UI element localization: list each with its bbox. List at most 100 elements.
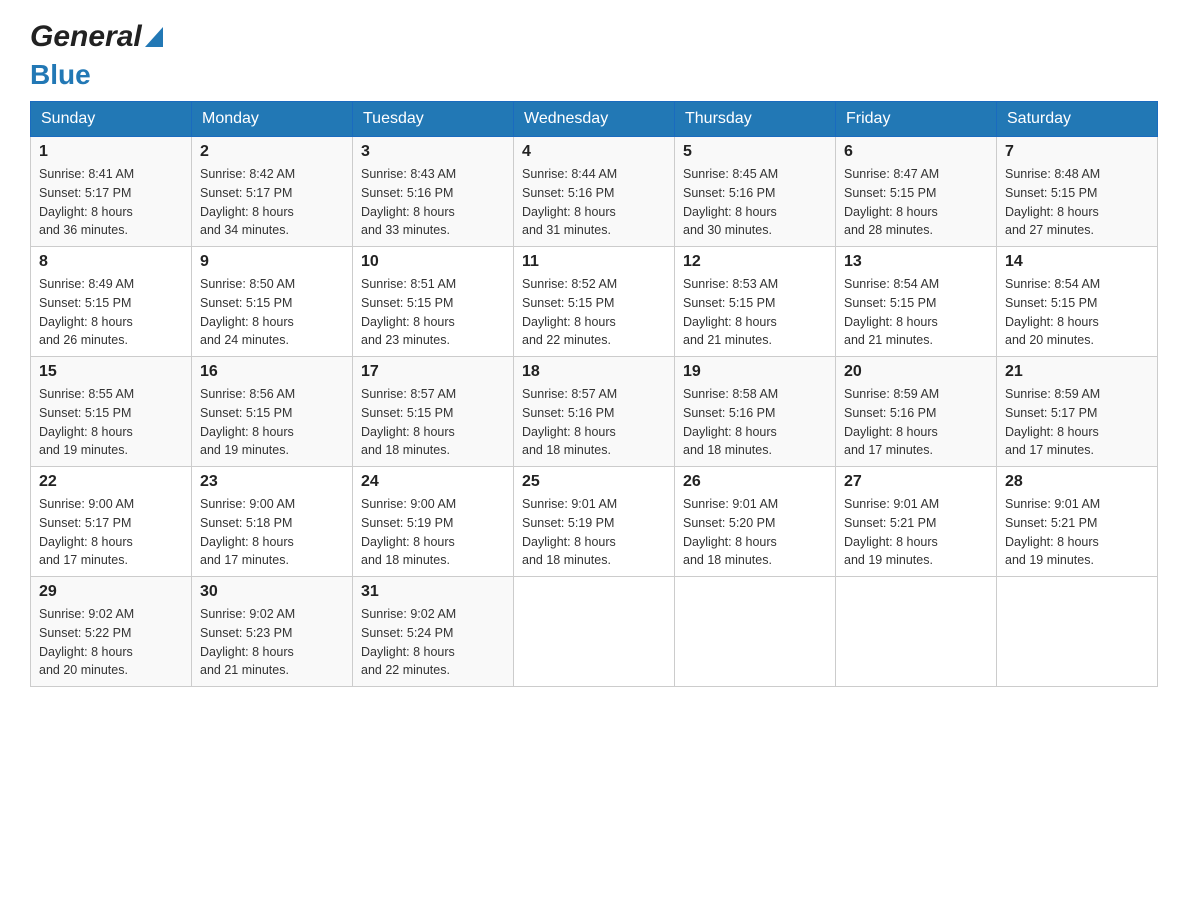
day-info: Sunrise: 8:41 AMSunset: 5:17 PMDaylight:… (39, 165, 183, 240)
day-info: Sunrise: 8:59 AMSunset: 5:17 PMDaylight:… (1005, 385, 1149, 460)
calendar-cell: 14 Sunrise: 8:54 AMSunset: 5:15 PMDayligh… (997, 247, 1158, 357)
day-number: 24 (361, 473, 505, 491)
day-info: Sunrise: 8:57 AMSunset: 5:16 PMDaylight:… (522, 385, 666, 460)
calendar-header: SundayMondayTuesdayWednesdayThursdayFrid… (31, 102, 1158, 137)
day-info: Sunrise: 8:51 AMSunset: 5:15 PMDaylight:… (361, 275, 505, 350)
calendar-cell: 7Sunrise: 8:48 AMSunset: 5:15 PMDaylight… (997, 137, 1158, 247)
calendar-cell: 27Sunrise: 9:01 AMSunset: 5:21 PMDayligh… (836, 467, 997, 577)
day-number: 31 (361, 583, 505, 601)
day-info: Sunrise: 8:47 AMSunset: 5:15 PMDaylight:… (844, 165, 988, 240)
day-number: 22 (39, 473, 183, 491)
day-info: Sunrise: 8:54 AMSunset: 5:15 PMDaylight:… (1005, 275, 1149, 350)
calendar-body: 1 Sunrise: 8:41 AMSunset: 5:17 PMDaylight… (31, 137, 1158, 687)
calendar-cell: 4 Sunrise: 8:44 AMSunset: 5:16 PMDaylight… (514, 137, 675, 247)
day-number: 19 (683, 363, 827, 381)
calendar-cell: 25Sunrise: 9:01 AMSunset: 5:19 PMDayligh… (514, 467, 675, 577)
day-info: Sunrise: 9:02 AMSunset: 5:23 PMDaylight:… (200, 605, 344, 680)
day-number: 1 (39, 143, 183, 161)
day-of-week-header: Monday (192, 102, 353, 137)
calendar-cell: 23 Sunrise: 9:00 AMSunset: 5:18 PMDayligh… (192, 467, 353, 577)
calendar-cell: 3Sunrise: 8:43 AMSunset: 5:16 PMDaylight… (353, 137, 514, 247)
day-number: 21 (1005, 363, 1149, 381)
day-number: 27 (844, 473, 988, 491)
calendar-cell: 31 Sunrise: 9:02 AMSunset: 5:24 PMDayligh… (353, 577, 514, 687)
day-info: Sunrise: 8:55 AMSunset: 5:15 PMDaylight:… (39, 385, 183, 460)
logo-general-text: General (30, 20, 142, 54)
calendar-cell: 10 Sunrise: 8:51 AMSunset: 5:15 PMDayligh… (353, 247, 514, 357)
day-number: 23 (200, 473, 344, 491)
calendar-cell: 17 Sunrise: 8:57 AMSunset: 5:15 PMDayligh… (353, 357, 514, 467)
day-info: Sunrise: 9:00 AMSunset: 5:18 PMDaylight:… (200, 495, 344, 570)
day-of-week-header: Wednesday (514, 102, 675, 137)
day-info: Sunrise: 9:01 AMSunset: 5:19 PMDaylight:… (522, 495, 666, 570)
day-info: Sunrise: 8:49 AMSunset: 5:15 PMDaylight:… (39, 275, 183, 350)
logo: General Blue (30, 20, 163, 91)
day-info: Sunrise: 9:02 AMSunset: 5:22 PMDaylight:… (39, 605, 183, 680)
calendar-week-row: 15 Sunrise: 8:55 AMSunset: 5:15 PMDayligh… (31, 357, 1158, 467)
day-info: Sunrise: 9:00 AMSunset: 5:17 PMDaylight:… (39, 495, 183, 570)
calendar-cell: 19 Sunrise: 8:58 AMSunset: 5:16 PMDayligh… (675, 357, 836, 467)
day-info: Sunrise: 8:42 AMSunset: 5:17 PMDaylight:… (200, 165, 344, 240)
day-info: Sunrise: 8:44 AMSunset: 5:16 PMDaylight:… (522, 165, 666, 240)
day-number: 3 (361, 143, 505, 161)
day-of-week-header: Friday (836, 102, 997, 137)
day-number: 8 (39, 253, 183, 271)
day-of-week-header: Thursday (675, 102, 836, 137)
calendar-week-row: 29Sunrise: 9:02 AMSunset: 5:22 PMDayligh… (31, 577, 1158, 687)
day-number: 10 (361, 253, 505, 271)
calendar-cell: 9Sunrise: 8:50 AMSunset: 5:15 PMDaylight… (192, 247, 353, 357)
calendar-cell: 11 Sunrise: 8:52 AMSunset: 5:15 PMDayligh… (514, 247, 675, 357)
day-info: Sunrise: 8:56 AMSunset: 5:15 PMDaylight:… (200, 385, 344, 460)
day-info: Sunrise: 8:53 AMSunset: 5:15 PMDaylight:… (683, 275, 827, 350)
calendar-cell (997, 577, 1158, 687)
calendar-week-row: 22 Sunrise: 9:00 AMSunset: 5:17 PMDayligh… (31, 467, 1158, 577)
calendar-cell: 2Sunrise: 8:42 AMSunset: 5:17 PMDaylight… (192, 137, 353, 247)
calendar-cell: 30Sunrise: 9:02 AMSunset: 5:23 PMDayligh… (192, 577, 353, 687)
day-info: Sunrise: 9:01 AMSunset: 5:20 PMDaylight:… (683, 495, 827, 570)
day-number: 18 (522, 363, 666, 381)
page-header: General Blue (30, 20, 1158, 91)
logo-triangle-icon (145, 27, 163, 47)
day-info: Sunrise: 8:48 AMSunset: 5:15 PMDaylight:… (1005, 165, 1149, 240)
day-number: 4 (522, 143, 666, 161)
calendar-cell: 21 Sunrise: 8:59 AMSunset: 5:17 PMDayligh… (997, 357, 1158, 467)
day-number: 14 (1005, 253, 1149, 271)
day-of-week-header: Sunday (31, 102, 192, 137)
day-number: 13 (844, 253, 988, 271)
day-info: Sunrise: 9:02 AMSunset: 5:24 PMDaylight:… (361, 605, 505, 680)
calendar-cell (836, 577, 997, 687)
calendar-cell: 8 Sunrise: 8:49 AMSunset: 5:15 PMDaylight… (31, 247, 192, 357)
day-number: 16 (200, 363, 344, 381)
calendar-cell: 12 Sunrise: 8:53 AMSunset: 5:15 PMDayligh… (675, 247, 836, 357)
calendar-week-row: 8 Sunrise: 8:49 AMSunset: 5:15 PMDaylight… (31, 247, 1158, 357)
calendar-cell (675, 577, 836, 687)
day-info: Sunrise: 8:52 AMSunset: 5:15 PMDaylight:… (522, 275, 666, 350)
day-info: Sunrise: 8:58 AMSunset: 5:16 PMDaylight:… (683, 385, 827, 460)
calendar-cell: 29Sunrise: 9:02 AMSunset: 5:22 PMDayligh… (31, 577, 192, 687)
day-of-week-header: Saturday (997, 102, 1158, 137)
calendar-cell: 22 Sunrise: 9:00 AMSunset: 5:17 PMDayligh… (31, 467, 192, 577)
calendar-cell (514, 577, 675, 687)
day-of-week-header: Tuesday (353, 102, 514, 137)
day-number: 5 (683, 143, 827, 161)
day-number: 6 (844, 143, 988, 161)
calendar-cell: 13Sunrise: 8:54 AMSunset: 5:15 PMDayligh… (836, 247, 997, 357)
day-number: 20 (844, 363, 988, 381)
day-info: Sunrise: 9:01 AMSunset: 5:21 PMDaylight:… (1005, 495, 1149, 570)
calendar-cell: 5 Sunrise: 8:45 AMSunset: 5:16 PMDaylight… (675, 137, 836, 247)
day-info: Sunrise: 8:57 AMSunset: 5:15 PMDaylight:… (361, 385, 505, 460)
calendar-cell: 18 Sunrise: 8:57 AMSunset: 5:16 PMDayligh… (514, 357, 675, 467)
calendar-cell: 16 Sunrise: 8:56 AMSunset: 5:15 PMDayligh… (192, 357, 353, 467)
calendar-cell: 20 Sunrise: 8:59 AMSunset: 5:16 PMDayligh… (836, 357, 997, 467)
day-number: 15 (39, 363, 183, 381)
calendar-table: SundayMondayTuesdayWednesdayThursdayFrid… (30, 101, 1158, 687)
day-number: 11 (522, 253, 666, 271)
day-info: Sunrise: 8:59 AMSunset: 5:16 PMDaylight:… (844, 385, 988, 460)
calendar-cell: 26Sunrise: 9:01 AMSunset: 5:20 PMDayligh… (675, 467, 836, 577)
calendar-cell: 24Sunrise: 9:00 AMSunset: 5:19 PMDayligh… (353, 467, 514, 577)
day-number: 17 (361, 363, 505, 381)
day-number: 12 (683, 253, 827, 271)
calendar-week-row: 1 Sunrise: 8:41 AMSunset: 5:17 PMDaylight… (31, 137, 1158, 247)
day-info: Sunrise: 8:45 AMSunset: 5:16 PMDaylight:… (683, 165, 827, 240)
calendar-cell: 15 Sunrise: 8:55 AMSunset: 5:15 PMDayligh… (31, 357, 192, 467)
